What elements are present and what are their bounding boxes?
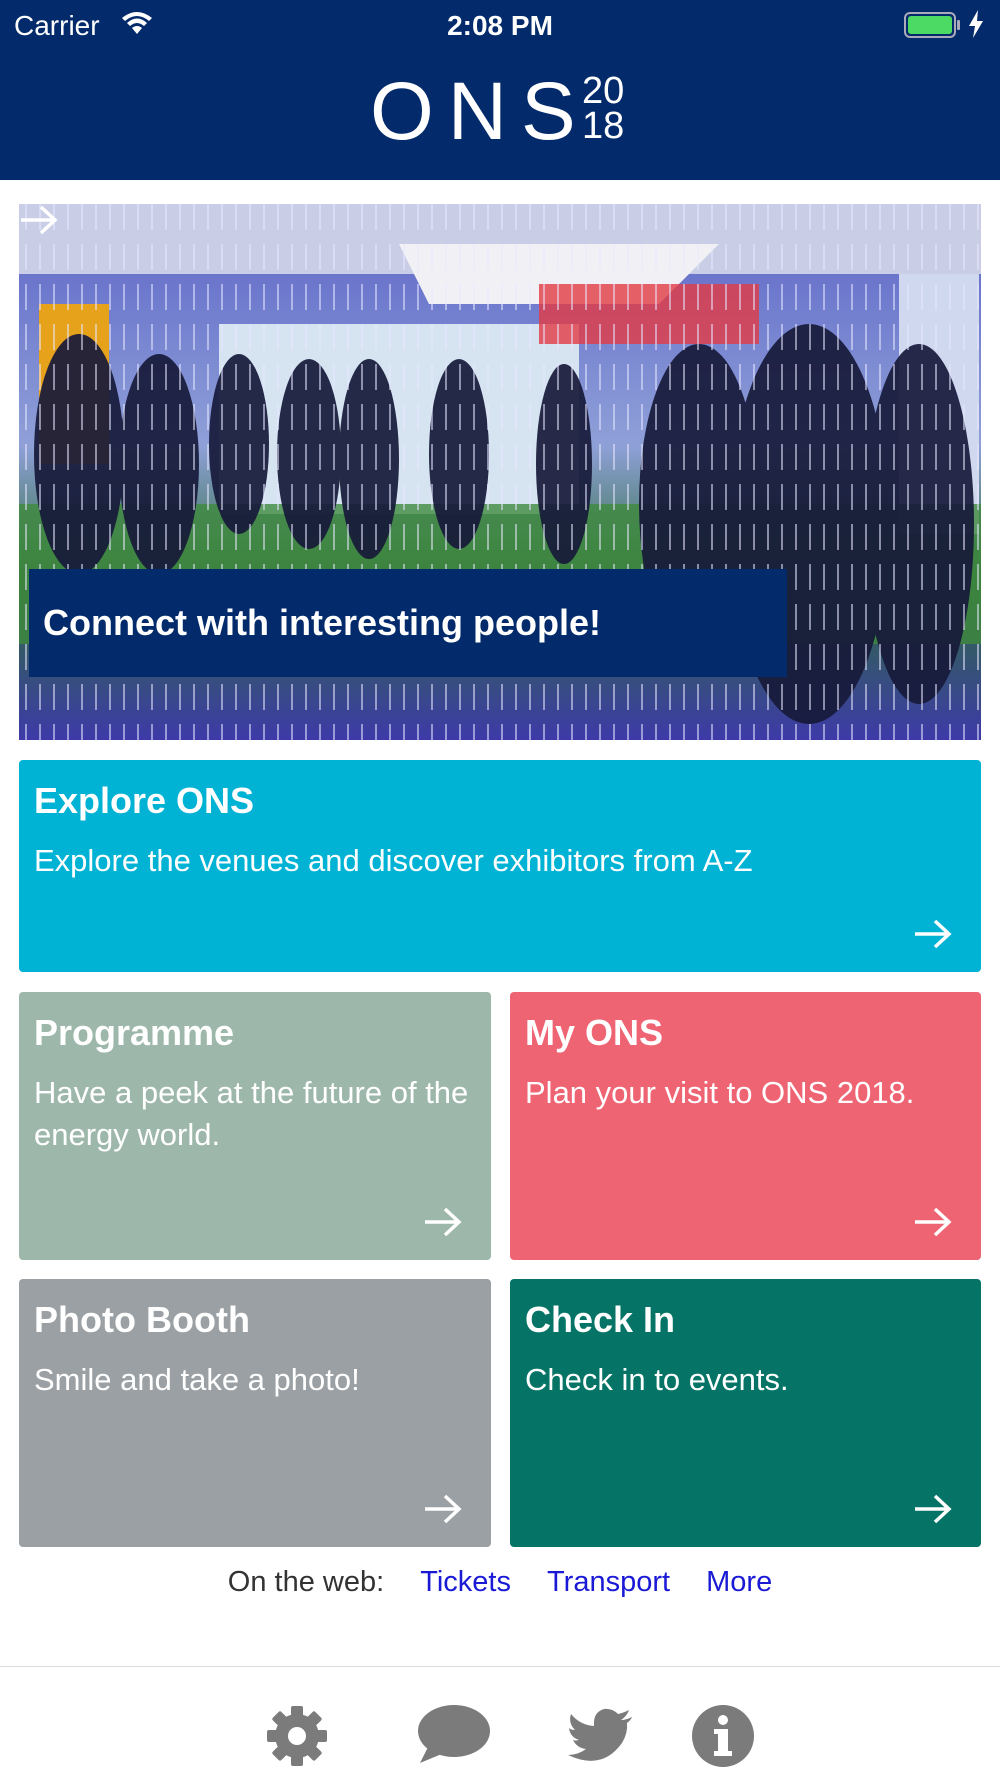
- info-icon: [692, 1705, 754, 1767]
- hero-card-connect[interactable]: Connect with interesting people!: [19, 204, 981, 740]
- logo-year-top: 20: [582, 70, 625, 112]
- hero-caption: Connect with interesting people!: [29, 569, 787, 677]
- bottom-tab-bar: [0, 1666, 1000, 1779]
- link-tickets[interactable]: Tickets: [420, 1566, 511, 1598]
- arrow-right-icon: [915, 919, 952, 949]
- tile-description: Smile and take a photo!: [34, 1362, 360, 1397]
- logo-year: 20 18: [582, 70, 632, 147]
- twitter-tab[interactable]: [566, 1701, 636, 1771]
- tile-description: Plan your visit to ONS 2018.: [525, 1075, 915, 1110]
- web-links-label: On the web:: [227, 1566, 385, 1598]
- arrow-right-icon: [425, 1207, 462, 1237]
- tile-description: Explore the venues and discover exhibito…: [34, 843, 753, 878]
- tile-title: Explore ONS: [34, 780, 255, 821]
- charging-bolt-icon: [968, 10, 984, 45]
- twitter-bird-icon: [568, 1708, 632, 1761]
- tile-description: Check in to events.: [525, 1362, 789, 1397]
- arrow-right-icon: [21, 205, 58, 235]
- arrow-right-icon: [915, 1494, 952, 1524]
- tile-explore-ons[interactable]: Explore ONS Explore the venues and disco…: [19, 760, 981, 972]
- chat-tab[interactable]: [414, 1701, 494, 1771]
- logo-text: ONS: [370, 66, 590, 157]
- tile-description: Have a peek at the future of the energy …: [34, 1075, 469, 1152]
- tile-title: Check In: [525, 1299, 676, 1340]
- link-more[interactable]: More: [706, 1566, 772, 1598]
- settings-tab[interactable]: [262, 1701, 332, 1771]
- info-tab[interactable]: [688, 1701, 758, 1771]
- app-header: Carrier 2:08 PM ONS 20 18: [0, 0, 1000, 180]
- logo-year-bottom: 18: [582, 105, 625, 147]
- web-links-row: On the web: Tickets Transport More: [0, 1566, 1000, 1599]
- gear-icon: [267, 1706, 327, 1766]
- ons-2018-logo: ONS 20 18: [370, 66, 640, 157]
- status-bar: Carrier 2:08 PM: [0, 8, 1000, 44]
- tile-title: Programme: [34, 1012, 235, 1053]
- tile-programme[interactable]: Programme Have a peek at the future of t…: [19, 992, 491, 1260]
- tile-photo-booth[interactable]: Photo Booth Smile and take a photo!: [19, 1279, 491, 1547]
- tile-title: Photo Booth: [34, 1299, 250, 1340]
- tile-title: My ONS: [525, 1012, 664, 1053]
- tile-check-in[interactable]: Check In Check in to events.: [510, 1279, 981, 1547]
- arrow-right-icon: [915, 1207, 952, 1237]
- status-time: 2:08 PM: [447, 10, 553, 41]
- battery-icon: [904, 12, 962, 45]
- link-transport[interactable]: Transport: [547, 1566, 670, 1598]
- arrow-right-icon: [425, 1494, 462, 1524]
- chat-bubble-icon: [418, 1705, 490, 1763]
- tile-my-ons[interactable]: My ONS Plan your visit to ONS 2018.: [510, 992, 981, 1260]
